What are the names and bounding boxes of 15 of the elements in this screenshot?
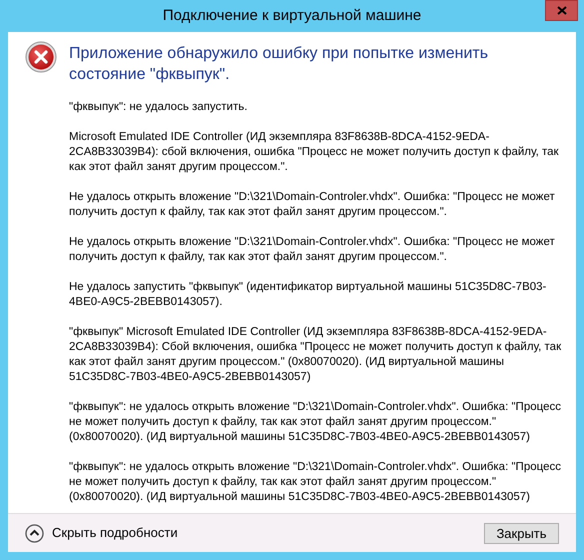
- error-message: "фквыпук": не удалось запустить.: [69, 100, 248, 115]
- close-dialog-button[interactable]: Закрыть: [484, 522, 559, 544]
- details-toggle[interactable]: Скрыть подробности: [25, 523, 178, 543]
- close-icon: [556, 6, 566, 15]
- error-icon: [25, 41, 57, 73]
- error-message: Microsoft Emulated IDE Controller (ИД экземпляра 83F8638B-8DCA-4152-9EDA-2CA8B33039B4): сбой включения, ошибка "Процесс не может получить доступ к файлу, так как этот файл занят другим процессом.".: [69, 130, 560, 175]
- error-message: "фквыпук": не удалось открыть вложение "D:\321\Domain-Controler.vhdx". Ошибка: "Процесс не может получить доступ к файлу, так как этот файл занят другим процессом." (0x80070020). (ИД виртуальной машины 51C35D8C-7B03-4BE0-A9C5-2BEBB0143057): [69, 400, 562, 445]
- window-title: Подключение к виртуальной машине: [162, 6, 422, 26]
- error-message: Не удалось открыть вложение "D:\321\Domain-Controler.vhdx". Ошибка: "Процесс не может получить доступ к файлу, так как этот файл занят другим процессом.".: [69, 235, 556, 265]
- close-button[interactable]: [545, 0, 578, 21]
- error-message: Не удалось открыть вложение "D:\321\Domain-Controler.vhdx". Ошибка: "Процесс не может получить доступ к файлу, так как этот файл занят другим процессом.".: [69, 190, 556, 220]
- error-message: "фквыпук": не удалось открыть вложение "D:\321\Domain-Controler.vhdx". Ошибка: "Процесс не может получить доступ к файлу, так как этот файл занят другим процессом." (0x80070020). (ИД виртуальной машины 51C35D8C-7B03-4BE0-A9C5-2BEBB0143057): [69, 460, 562, 505]
- error-heading: Приложение обнаружило ошибку при попытке изменить состояние "фквыпук".: [69, 44, 490, 85]
- error-message: "фквыпук" Microsoft Emulated IDE Controller (ИД экземпляра 83F8638B-8DCA-4152-9EDA-2CA8B33039B4): Сбой включения, ошибка "Процесс не может получить доступ к файлу, так как этот файл занят другим процессом." (0x80070020). (ИД виртуальной машины 51C35D8C-7B03-4BE0-A9C5-2BEBB0143057): [69, 325, 562, 385]
- error-message: Не удалось запустить "фквыпук" (идентификатор виртуальной машины 51C35D8C-7B03-4BE0-A9C5-2BEBB0143057).: [69, 280, 548, 310]
